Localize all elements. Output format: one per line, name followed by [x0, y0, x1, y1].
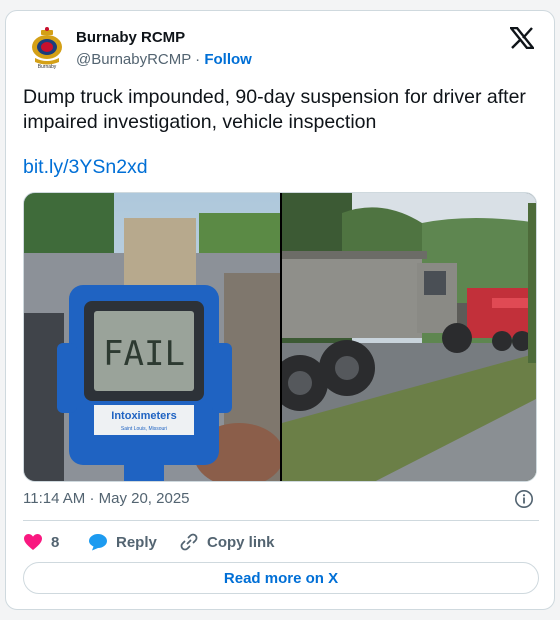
device-brand: Intoximeters — [111, 410, 176, 422]
reply-label: Reply — [116, 533, 157, 551]
x-logo-icon[interactable] — [508, 26, 536, 50]
info-icon[interactable] — [514, 489, 534, 509]
copy-link-label: Copy link — [207, 533, 275, 551]
reply-bubble-icon — [89, 534, 107, 551]
photo-breathalyzer[interactable]: FAIL Intoximeters Saint Louis, Missouri — [24, 193, 284, 481]
post-header: Burnaby Burnaby RCMP @BurnabyRCMP · Foll… — [6, 11, 554, 81]
heart-icon — [24, 534, 42, 550]
separator-dot: · — [195, 51, 201, 68]
divider — [23, 520, 539, 521]
embedded-post-card: Burnaby Burnaby RCMP @BurnabyRCMP · Foll… — [5, 10, 555, 610]
rcmp-crest-icon[interactable]: Burnaby — [26, 24, 68, 70]
copy-link-button[interactable]: Copy link — [179, 529, 275, 555]
action-bar: 8 Reply Copy link — [23, 529, 539, 557]
like-button[interactable]: 8 — [23, 529, 59, 555]
read-more-button[interactable]: Read more on X — [23, 562, 539, 594]
handle-row: @BurnabyRCMP · Follow — [76, 51, 252, 68]
post-text: Dump truck impounded, 90-day suspension … — [23, 86, 526, 133]
link-icon — [180, 533, 198, 551]
post-link[interactable]: bit.ly/3YSn2xd — [23, 156, 148, 179]
follow-button[interactable]: Follow — [204, 51, 252, 68]
post-time: 11:14 AM — [23, 490, 86, 507]
device-display: FAIL — [103, 334, 185, 374]
post-date: May 20, 2025 — [98, 490, 190, 507]
post-timestamp[interactable]: 11:14 AM · May 20, 2025 — [23, 490, 190, 507]
author-handle[interactable]: @BurnabyRCMP — [76, 51, 191, 68]
meta-separator: · — [89, 490, 95, 507]
reply-button[interactable]: Reply — [88, 529, 157, 555]
device-location: Saint Louis, Missouri — [121, 426, 167, 432]
media-grid: FAIL Intoximeters Saint Louis, Missouri — [23, 192, 537, 482]
author-name[interactable]: Burnaby RCMP — [76, 29, 185, 46]
avatar-caption: Burnaby — [37, 64, 57, 70]
photo-dump-truck[interactable] — [272, 193, 536, 481]
like-count: 8 — [51, 533, 60, 551]
